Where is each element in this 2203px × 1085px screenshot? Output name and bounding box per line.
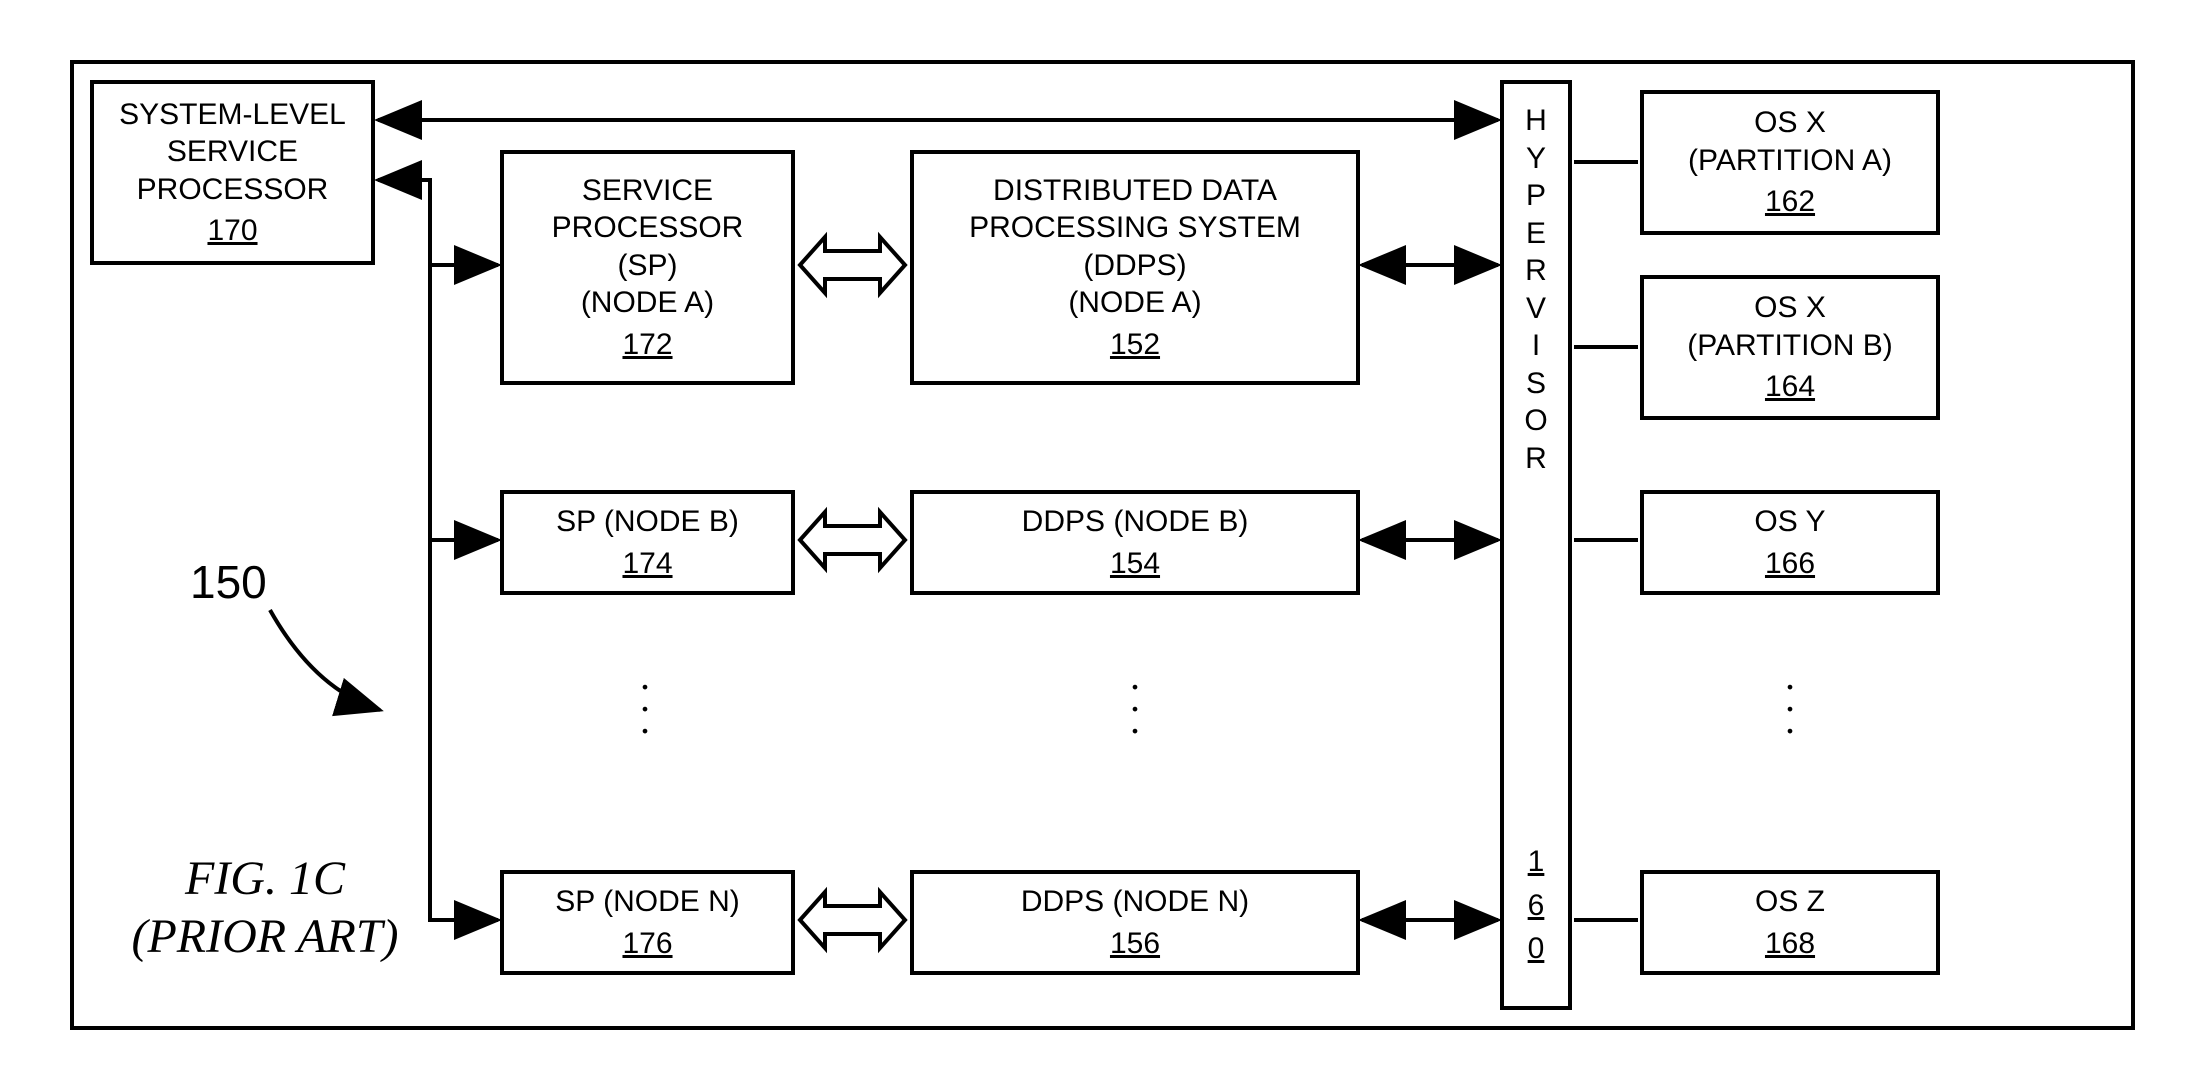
text: OS Z xyxy=(1755,883,1825,921)
text: OS Y xyxy=(1754,503,1825,541)
text: SERVICE xyxy=(582,172,713,210)
vdots-sp: ... xyxy=(640,665,650,731)
text: SP (NODE N) xyxy=(555,883,739,921)
letter: R xyxy=(1504,440,1568,478)
box-os-z: OS Z 168 xyxy=(1640,870,1940,975)
letter: P xyxy=(1504,177,1568,215)
text: PROCESSOR xyxy=(552,209,744,247)
letter: I xyxy=(1504,327,1568,365)
text: SERVICE xyxy=(167,133,298,171)
text: (PARTITION B) xyxy=(1687,327,1893,365)
text: DDPS (NODE B) xyxy=(1022,503,1249,541)
text: DDPS (NODE N) xyxy=(1021,883,1249,921)
ref-number: 162 xyxy=(1765,183,1815,221)
box-system-level-sp: SYSTEM-LEVEL SERVICE PROCESSOR 170 xyxy=(90,80,375,265)
text: OS X xyxy=(1754,104,1826,142)
text: (DDPS) xyxy=(1083,247,1186,285)
text: PROCESSING SYSTEM xyxy=(969,209,1301,247)
text: (NODE A) xyxy=(1068,284,1201,322)
text: SYSTEM-LEVEL xyxy=(119,96,346,134)
vdots-os: ... xyxy=(1785,665,1795,731)
box-ddps-node-b: DDPS (NODE B) 154 xyxy=(910,490,1360,595)
text: SP (NODE B) xyxy=(556,503,739,541)
diagram-canvas: SYSTEM-LEVEL SERVICE PROCESSOR 170 SERVI… xyxy=(0,0,2203,1085)
ref-number: 156 xyxy=(1110,925,1160,963)
ref-number: 166 xyxy=(1765,545,1815,583)
box-hypervisor: H Y P E R V I S O R 1 6 0 xyxy=(1500,80,1572,1010)
box-os-partition-b: OS X (PARTITION B) 164 xyxy=(1640,275,1940,420)
box-ddps-node-n: DDPS (NODE N) 156 xyxy=(910,870,1360,975)
box-sp-node-a: SERVICE PROCESSOR (SP) (NODE A) 172 xyxy=(500,150,795,385)
box-ddps-node-a: DISTRIBUTED DATA PROCESSING SYSTEM (DDPS… xyxy=(910,150,1360,385)
text: PROCESSOR xyxy=(137,171,329,209)
letter: R xyxy=(1504,252,1568,290)
letter: 0 xyxy=(1504,930,1568,968)
letter: S xyxy=(1504,365,1568,403)
ref-number: 174 xyxy=(622,545,672,583)
text: OS X xyxy=(1754,289,1826,327)
text: (NODE A) xyxy=(581,284,714,322)
figure-label: FIG. 1C (PRIOR ART) xyxy=(100,850,430,965)
vdots-ddps: ... xyxy=(1130,665,1140,731)
box-os-partition-a: OS X (PARTITION A) 162 xyxy=(1640,90,1940,235)
letter: E xyxy=(1504,215,1568,253)
fig-title: FIG. 1C xyxy=(100,850,430,908)
letter: 1 xyxy=(1504,843,1568,881)
fig-subtitle: (PRIOR ART) xyxy=(100,908,430,966)
box-sp-node-n: SP (NODE N) 176 xyxy=(500,870,795,975)
ref-number: 168 xyxy=(1765,925,1815,963)
letter: O xyxy=(1504,402,1568,440)
ref-number: 172 xyxy=(622,326,672,364)
ref-number: 154 xyxy=(1110,545,1160,583)
ref-number: 152 xyxy=(1110,326,1160,364)
text: DISTRIBUTED DATA xyxy=(993,172,1277,210)
letter: V xyxy=(1504,290,1568,328)
box-sp-node-b: SP (NODE B) 174 xyxy=(500,490,795,595)
ref-150: 150 xyxy=(190,555,267,609)
ref-number: 170 xyxy=(207,212,257,250)
box-os-y: OS Y 166 xyxy=(1640,490,1940,595)
text: (SP) xyxy=(618,247,678,285)
letter: Y xyxy=(1504,140,1568,178)
text: (PARTITION A) xyxy=(1688,142,1892,180)
letter: H xyxy=(1504,102,1568,140)
ref-number: 164 xyxy=(1765,368,1815,406)
letter: 6 xyxy=(1504,887,1568,925)
ref-number: 176 xyxy=(622,925,672,963)
